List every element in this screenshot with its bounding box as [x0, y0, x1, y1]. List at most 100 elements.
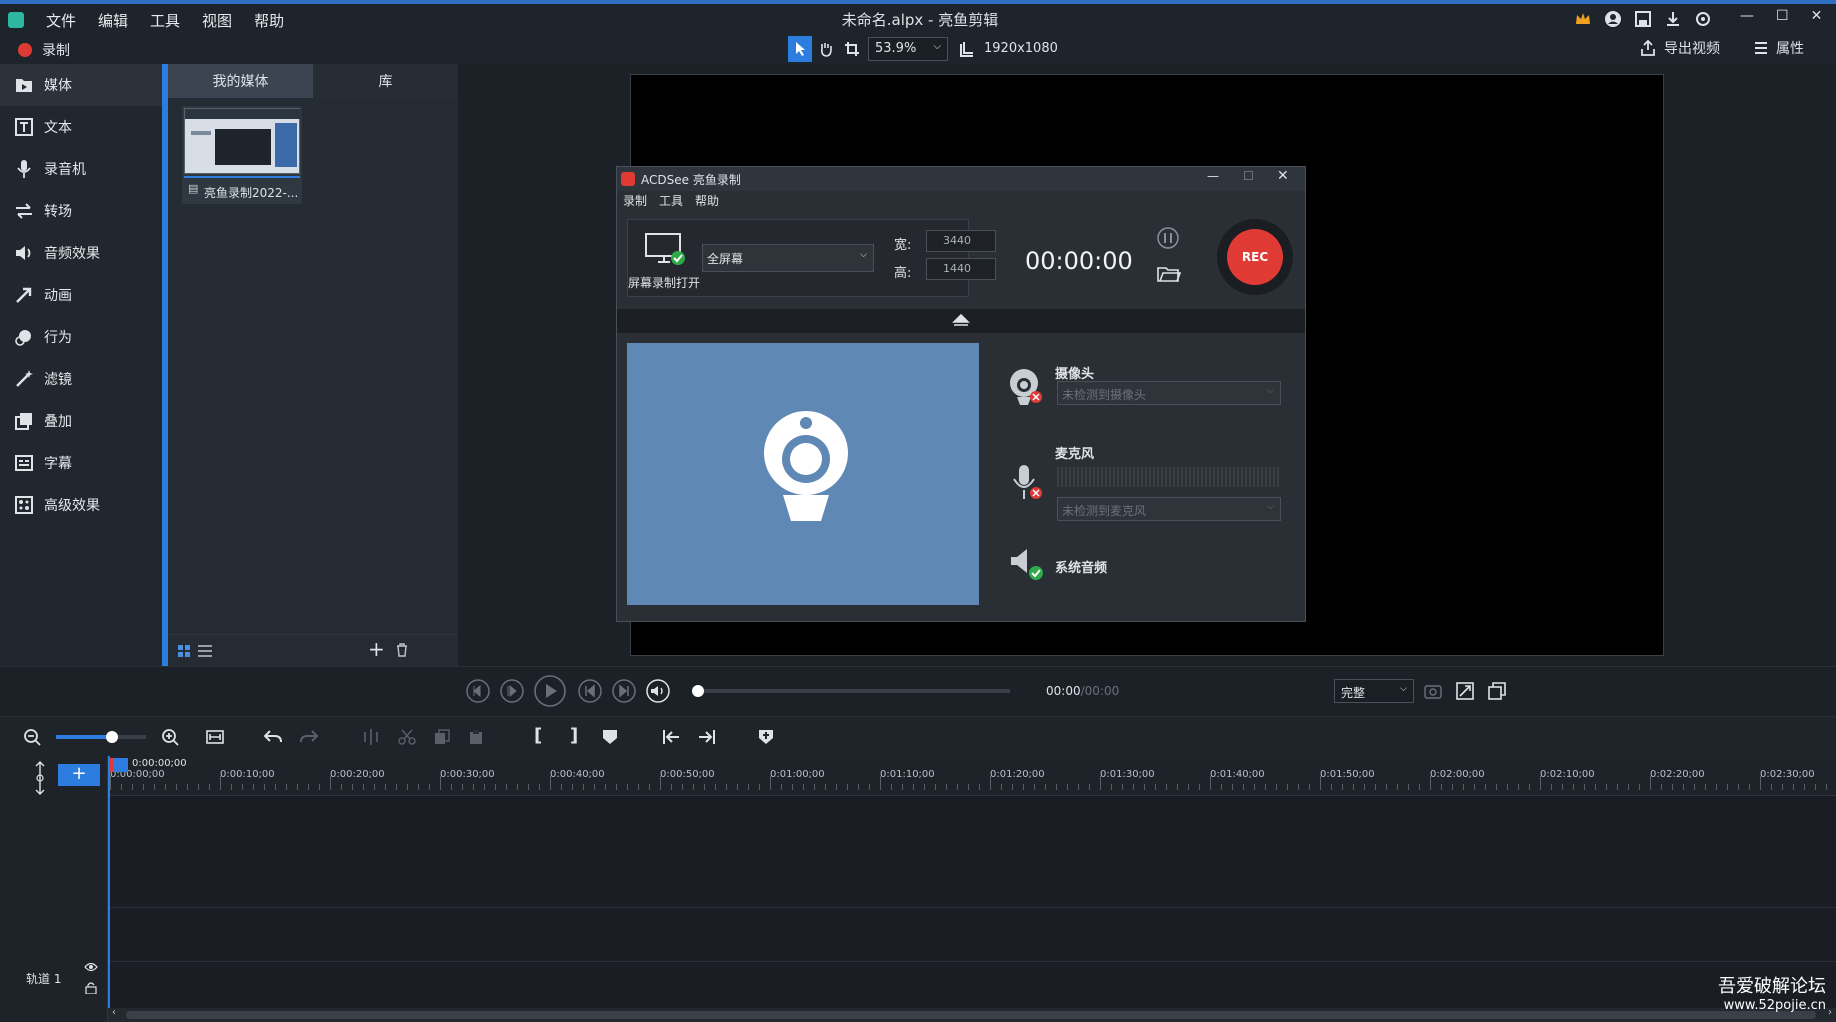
system-audio-check-icon[interactable]: [1009, 545, 1043, 581]
download-icon[interactable]: [1664, 10, 1682, 28]
trash-icon[interactable]: [396, 643, 408, 657]
fit-timeline-icon[interactable]: [206, 729, 224, 745]
ruler-tick: [1001, 784, 1002, 790]
menu-tools[interactable]: 工具: [150, 10, 180, 31]
paste-icon[interactable]: [468, 729, 484, 745]
tab-my-media[interactable]: 我的媒体: [168, 64, 313, 98]
dialog-menu-record[interactable]: 录制: [623, 192, 647, 209]
eye-icon[interactable]: [84, 962, 98, 972]
add-media-icon[interactable]: +: [368, 637, 385, 661]
sidebar-item-text[interactable]: 文本: [0, 106, 162, 148]
timeline-zoom-slider[interactable]: [56, 735, 146, 739]
maximize-window-icon[interactable]: ☐: [1776, 8, 1789, 24]
crown-icon[interactable]: [1574, 10, 1592, 28]
scroll-right-icon[interactable]: ›: [1828, 1007, 1832, 1018]
go-to-start-icon[interactable]: [662, 729, 680, 745]
expand-tracks-icon[interactable]: [34, 760, 46, 796]
skip-end-icon[interactable]: [612, 679, 636, 703]
dialog-menu-help[interactable]: 帮助: [695, 192, 719, 209]
menu-view[interactable]: 视图: [202, 10, 232, 31]
copy-icon[interactable]: [434, 729, 450, 745]
add-track-button[interactable]: +: [58, 764, 100, 786]
height-input[interactable]: 1440: [926, 258, 996, 280]
playback-handle[interactable]: [692, 685, 704, 697]
select-tool-icon[interactable]: [788, 36, 812, 62]
sidebar-item-transition[interactable]: 转场: [0, 190, 162, 232]
redo-icon[interactable]: [300, 729, 318, 745]
resolution-icon[interactable]: [958, 38, 976, 60]
sidebar-item-advanced[interactable]: 高级效果: [0, 484, 162, 526]
lock-icon[interactable]: [85, 982, 97, 994]
track-lane-empty[interactable]: [108, 796, 1836, 908]
mark-out-icon[interactable]: ]: [570, 725, 578, 746]
grid-view-icon[interactable]: [178, 645, 190, 657]
scrollbar-thumb[interactable]: [126, 1011, 1816, 1019]
dialog-maximize-icon[interactable]: ☐: [1243, 169, 1254, 183]
camera-select[interactable]: 未检测到摄像头 ⌵: [1057, 381, 1281, 405]
sidebar-item-media[interactable]: 媒体: [0, 64, 162, 106]
ruler-tick: [374, 784, 375, 790]
sidebar-item-audio-effects[interactable]: 音频效果: [0, 232, 162, 274]
menu-edit[interactable]: 编辑: [98, 10, 128, 31]
media-item[interactable]: ▤ 亮鱼录制2022-...: [182, 106, 302, 204]
play-icon[interactable]: [534, 675, 566, 707]
collapse-panel-button[interactable]: [617, 309, 1305, 333]
zoom-out-icon[interactable]: [24, 729, 42, 747]
list-view-icon[interactable]: [198, 645, 212, 657]
tab-library[interactable]: 库: [313, 64, 458, 98]
pan-hand-icon[interactable]: [814, 36, 838, 62]
snapshot-icon[interactable]: [1424, 683, 1442, 699]
quality-select[interactable]: 完整 ⌵: [1334, 679, 1414, 703]
add-marker-icon[interactable]: [758, 729, 774, 745]
pause-icon[interactable]: [1157, 227, 1179, 249]
timeline-zoom-handle[interactable]: [106, 731, 118, 743]
dialog-close-icon[interactable]: ✕: [1277, 168, 1289, 184]
record-button[interactable]: 录制: [18, 40, 70, 60]
sync-icon[interactable]: [1694, 10, 1712, 28]
menu-file[interactable]: 文件: [46, 10, 76, 31]
properties-button[interactable]: 属性: [1754, 38, 1804, 58]
track-lane-1[interactable]: [108, 908, 1836, 962]
width-input[interactable]: 3440: [926, 230, 996, 252]
dialog-menu-tools[interactable]: 工具: [659, 192, 683, 209]
sidebar-item-recorder[interactable]: 录音机: [0, 148, 162, 190]
scroll-left-icon[interactable]: ‹: [112, 1007, 116, 1018]
playhead-handle[interactable]: [110, 758, 128, 772]
sidebar-item-behavior[interactable]: 行为: [0, 316, 162, 358]
rec-button[interactable]: REC: [1217, 219, 1293, 295]
volume-icon[interactable]: [646, 679, 670, 703]
export-video-button[interactable]: 导出视频: [1640, 38, 1720, 58]
step-forward-icon[interactable]: [500, 679, 524, 703]
zoom-select[interactable]: 53.9% ⌵: [868, 37, 948, 61]
time-ruler[interactable]: 0:00:00;00 0:00:10;00 0:00:20;00 0:00:30;00…: [108, 756, 1836, 796]
marker-icon[interactable]: [602, 729, 618, 745]
skip-start-icon[interactable]: [578, 679, 602, 703]
crop-icon[interactable]: [840, 36, 864, 62]
undo-icon[interactable]: [264, 729, 282, 745]
capture-mode-select[interactable]: 全屏幕 ⌵: [702, 244, 874, 272]
account-icon[interactable]: [1604, 10, 1622, 28]
close-window-icon[interactable]: ✕: [1811, 8, 1823, 24]
microphone-select[interactable]: 未检测到麦克风 ⌵: [1057, 497, 1281, 521]
playhead-line[interactable]: [108, 756, 110, 1008]
mark-in-icon[interactable]: [: [534, 725, 542, 746]
sidebar-item-captions[interactable]: 字幕: [0, 442, 162, 484]
prev-frame-icon[interactable]: [466, 679, 490, 703]
menu-help[interactable]: 帮助: [254, 10, 284, 31]
fullscreen-icon[interactable]: [1456, 682, 1474, 700]
zoom-in-icon[interactable]: [162, 729, 180, 747]
folder-icon[interactable]: [1157, 265, 1181, 283]
sidebar-item-filters[interactable]: 滤镜: [0, 358, 162, 400]
sidebar-item-animation[interactable]: 动画: [0, 274, 162, 316]
monitor-check-icon[interactable]: [644, 232, 686, 268]
minimize-window-icon[interactable]: —: [1740, 8, 1754, 24]
horizontal-scrollbar[interactable]: ‹ ›: [108, 1007, 1836, 1022]
sidebar-item-overlay[interactable]: 叠加: [0, 400, 162, 442]
detach-window-icon[interactable]: [1488, 682, 1506, 700]
save-icon[interactable]: [1634, 10, 1652, 28]
dialog-minimize-icon[interactable]: —: [1207, 169, 1219, 183]
playback-slider[interactable]: [696, 689, 1010, 693]
go-to-end-icon[interactable]: [698, 729, 716, 745]
cut-icon[interactable]: [398, 729, 416, 745]
split-icon[interactable]: [362, 729, 380, 745]
